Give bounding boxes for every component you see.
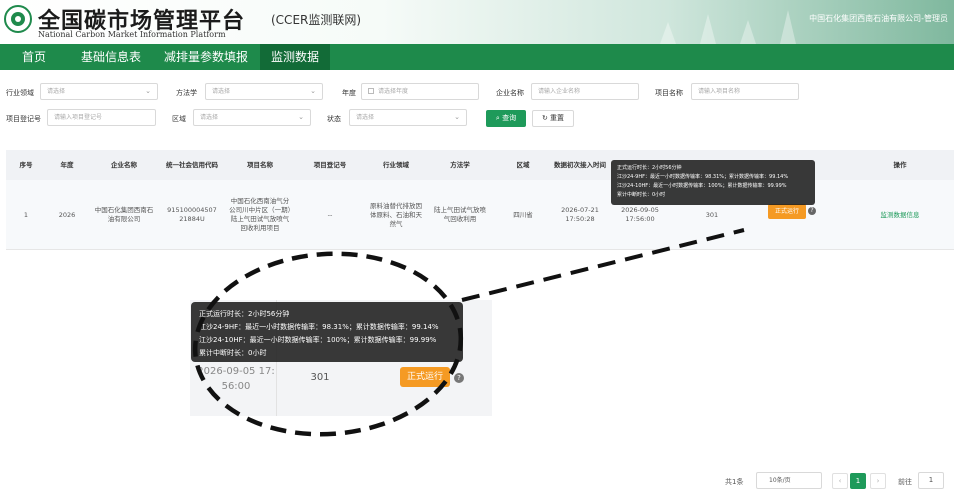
- page-size-select[interactable]: 10条/页: [756, 472, 822, 489]
- annotation-overlay: [192, 228, 745, 437]
- pagination-total: 共1条: [725, 478, 744, 486]
- prev-page-button[interactable]: ‹: [832, 473, 848, 489]
- current-page[interactable]: 1: [850, 473, 866, 489]
- next-page-button[interactable]: ›: [870, 473, 886, 489]
- goto-label: 前往: [898, 478, 912, 486]
- annotation-connector-line: [461, 228, 745, 302]
- annotation-circle: [192, 251, 464, 437]
- goto-page-input[interactable]: 1: [918, 472, 944, 489]
